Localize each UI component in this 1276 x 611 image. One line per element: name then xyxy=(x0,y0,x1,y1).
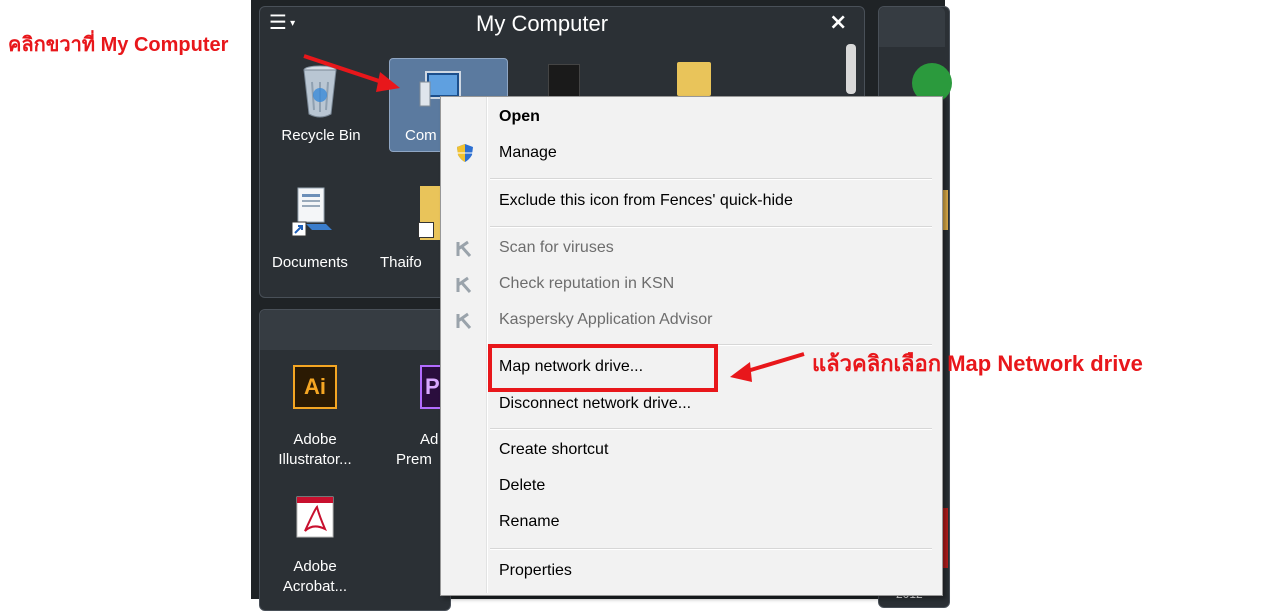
kaspersky-icon xyxy=(456,312,472,329)
menu-item-create-shortcut[interactable]: Create shortcut xyxy=(499,441,608,459)
fence-scrollbar[interactable] xyxy=(846,44,856,94)
shortcut-arrow-icon xyxy=(418,222,434,238)
adobe-acrobat-icon[interactable] xyxy=(295,495,335,539)
fence-header xyxy=(260,310,448,350)
menu-separator xyxy=(490,226,932,228)
kaspersky-icon xyxy=(456,240,472,257)
menu-separator xyxy=(490,548,932,550)
highlight-box xyxy=(488,344,718,392)
documents-shortcut-icon[interactable] xyxy=(291,186,332,242)
menu-separator xyxy=(490,428,932,430)
fence-header-right xyxy=(879,7,945,47)
icon-label-computer: Com xyxy=(405,127,437,144)
menu-item-check-reputation[interactable]: Check reputation in KSN xyxy=(499,275,674,293)
icon-label-acrobat: Adobe Acrobat... xyxy=(282,558,348,595)
annotation-right-click: คลิกขวาที่ My Computer xyxy=(8,34,229,56)
folder-icon[interactable] xyxy=(677,62,711,96)
icon-label-thaifo: Thaifo xyxy=(380,254,422,271)
annotation-arrow-icon xyxy=(303,54,400,92)
menu-item-scan-viruses[interactable]: Scan for viruses xyxy=(499,239,614,257)
fence-menu-icon[interactable]: ☰ ▾ xyxy=(269,10,295,34)
shield-icon xyxy=(457,144,473,162)
menu-separator xyxy=(490,178,932,180)
kaspersky-icon xyxy=(456,276,472,293)
menu-item-rename[interactable]: Rename xyxy=(499,513,559,531)
annotation-arrow-left-icon xyxy=(730,352,805,382)
menu-item-delete[interactable]: Delete xyxy=(499,477,545,495)
icon-label-premiere: Ad Prem xyxy=(396,431,439,468)
drive-icon[interactable] xyxy=(548,64,580,100)
icon-label-recycle-bin: Recycle Bin xyxy=(281,127,361,144)
menu-item-exclude-fences[interactable]: Exclude this icon from Fences' quick-hid… xyxy=(499,192,793,210)
icon-label-documents: Documents xyxy=(272,254,348,271)
menu-item-properties[interactable]: Properties xyxy=(499,562,572,580)
icon-label-illustrator: Adobe Illustrator... xyxy=(278,431,352,468)
annotation-select-map-drive: แล้วคลิกเลือก Map Network drive xyxy=(812,351,1143,376)
adobe-illustrator-icon[interactable]: Ai xyxy=(293,365,337,409)
menu-item-kaspersky-advisor[interactable]: Kaspersky Application Advisor xyxy=(499,311,712,329)
menu-item-disconnect-network-drive[interactable]: Disconnect network drive... xyxy=(499,395,691,413)
menu-item-open[interactable]: Open xyxy=(499,108,540,126)
close-icon[interactable]: × xyxy=(829,10,847,35)
fence-title: My Computer xyxy=(476,11,609,36)
menu-item-manage[interactable]: Manage xyxy=(499,144,557,162)
